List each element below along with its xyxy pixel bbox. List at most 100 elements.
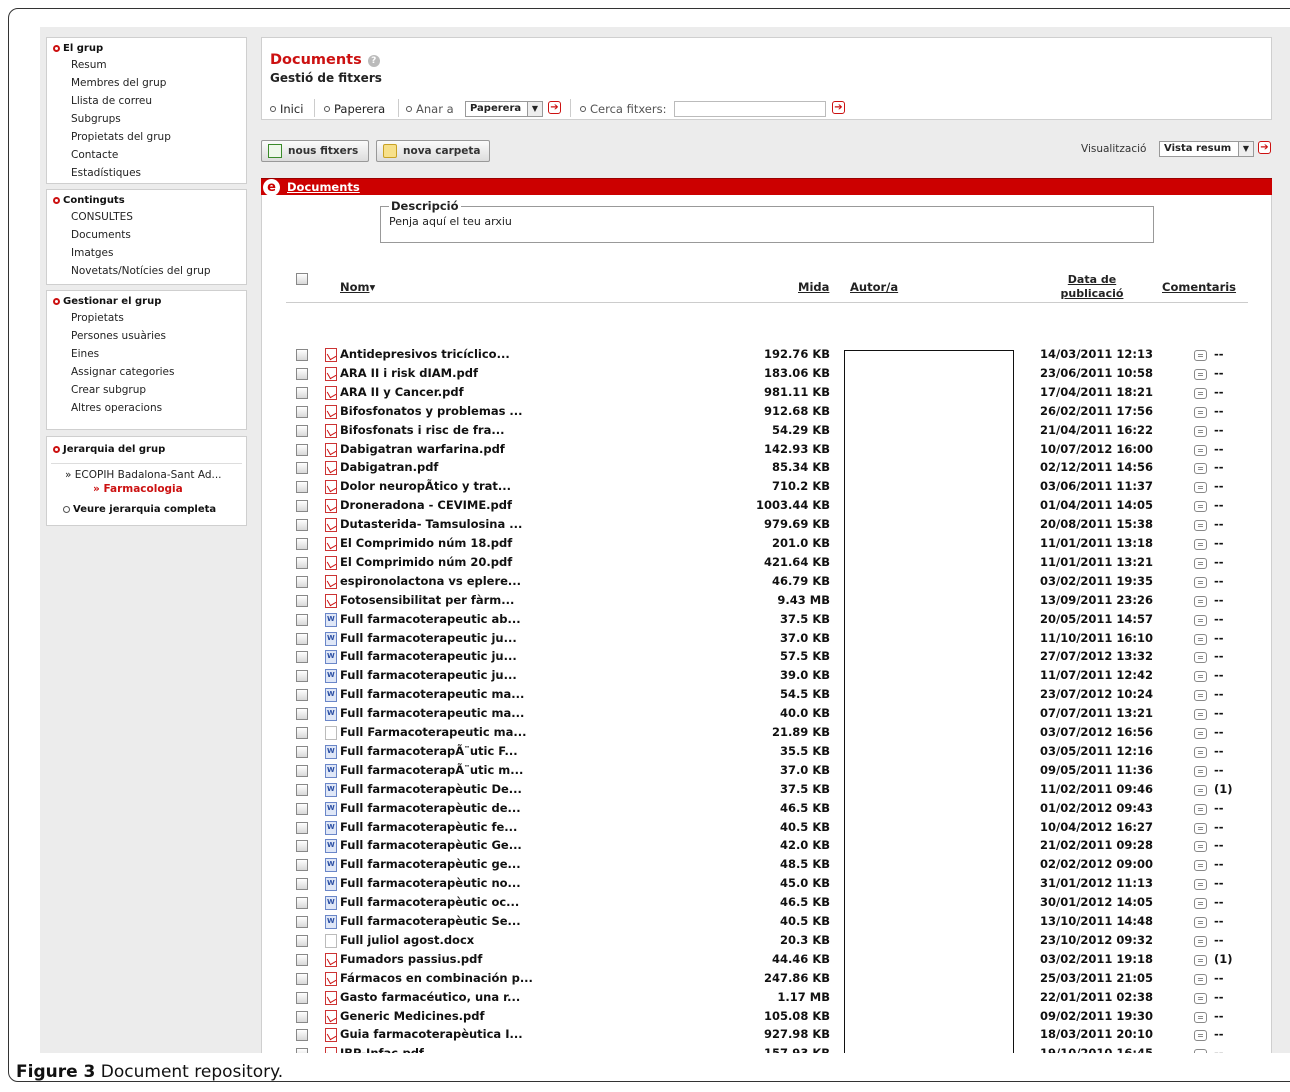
file-row[interactable]: Dabigatran.pdf 85.34 KB 02/12/2011 14:56 -- xyxy=(262,458,1262,477)
comment-icon[interactable] xyxy=(1194,554,1207,573)
sidebar-manage-item-4[interactable]: Crear subgrup xyxy=(47,381,246,399)
comment-count[interactable]: -- xyxy=(1214,631,1224,645)
comment-icon[interactable] xyxy=(1194,1008,1207,1027)
comment-icon[interactable] xyxy=(1194,346,1207,365)
comment-count[interactable]: -- xyxy=(1214,971,1224,985)
row-checkbox[interactable] xyxy=(296,1029,308,1042)
comment-icon[interactable] xyxy=(1194,762,1207,781)
file-row[interactable]: Bifosfonats i risc de fra... 54.29 KB 21/0… xyxy=(262,421,1262,440)
file-name-link[interactable]: Full farmacoterapeutic ju... xyxy=(340,631,517,645)
nav-home-link[interactable]: Inici xyxy=(270,102,303,116)
file-name-link[interactable]: Full farmacoterapeutic ma... xyxy=(340,687,524,701)
comment-count[interactable]: -- xyxy=(1214,555,1224,569)
file-name-link[interactable]: Full farmacoterapeutic ju... xyxy=(340,649,517,663)
sidebar-content-item-2[interactable]: Imatges xyxy=(47,244,246,262)
file-name-link[interactable]: Bifosfonats i risc de fra... xyxy=(340,423,504,437)
sidebar-group-item-2[interactable]: Llista de correu xyxy=(47,92,246,110)
file-row[interactable]: Gasto farmacéutico, una r... 1.17 MB 22/01… xyxy=(262,988,1262,1007)
row-checkbox[interactable] xyxy=(296,689,308,702)
file-name-link[interactable]: Dolor neuropÃ­tico y trat... xyxy=(340,479,511,493)
comment-count[interactable]: -- xyxy=(1214,876,1224,890)
file-name-link[interactable]: Full farmacoterapeutic ju... xyxy=(340,668,517,682)
row-checkbox[interactable] xyxy=(296,405,308,418)
row-checkbox[interactable] xyxy=(296,972,308,985)
row-checkbox[interactable] xyxy=(296,462,308,475)
comment-icon[interactable] xyxy=(1194,667,1207,686)
comment-count[interactable]: -- xyxy=(1214,933,1224,947)
file-name-link[interactable]: Full farmacoterapèutic no... xyxy=(340,876,521,890)
file-name-link[interactable]: Full farmacoterapèutic ge... xyxy=(340,857,521,871)
row-checkbox[interactable] xyxy=(296,802,308,815)
file-row[interactable]: Full farmacoterapèutic Ge... 42.0 KB 21/02… xyxy=(262,836,1262,855)
file-row[interactable]: Droneradona - CEVIME.pdf 1003.44 KB 01/04/… xyxy=(262,496,1262,515)
comment-count[interactable]: -- xyxy=(1214,763,1224,777)
file-name-link[interactable]: Dabigatran warfarina.pdf xyxy=(340,442,505,456)
comment-icon[interactable] xyxy=(1194,592,1207,611)
file-row[interactable]: Full farmacoterapeutic ma... 40.0 KB 07/07… xyxy=(262,704,1262,723)
hierarchy-current-item[interactable]: » Farmacologia xyxy=(47,482,246,496)
file-row[interactable]: Dutasterida- Tamsulosina ... 979.69 KB 20/… xyxy=(262,515,1262,534)
view-mode-select[interactable]: Vista resum ▼ xyxy=(1159,141,1254,157)
comment-count[interactable]: -- xyxy=(1214,801,1224,815)
sidebar-group-item-1[interactable]: Membres del grup xyxy=(47,74,246,92)
comment-icon[interactable] xyxy=(1194,535,1207,554)
comment-icon[interactable] xyxy=(1194,365,1207,384)
row-checkbox[interactable] xyxy=(296,859,308,872)
sidebar-manage-item-5[interactable]: Altres operacions xyxy=(47,399,246,417)
file-name-link[interactable]: Dutasterida- Tamsulosina ... xyxy=(340,517,522,531)
comment-icon[interactable] xyxy=(1194,913,1207,932)
row-checkbox[interactable] xyxy=(296,916,308,928)
column-header-author[interactable]: Autor/a xyxy=(850,280,898,294)
file-name-link[interactable]: Gasto farmacéutico, una r... xyxy=(340,990,520,1004)
new-folder-button[interactable]: nova carpeta xyxy=(376,140,490,162)
select-all-checkbox[interactable] xyxy=(296,273,308,285)
row-checkbox[interactable] xyxy=(296,708,308,721)
row-checkbox[interactable] xyxy=(296,367,308,380)
comment-count[interactable]: (1) xyxy=(1214,952,1233,966)
comment-icon[interactable] xyxy=(1194,441,1207,460)
file-row[interactable]: Full farmacoterapeutic ma... 54.5 KB 23/07… xyxy=(262,685,1262,704)
file-row[interactable]: Full juliol agost.docx 20.3 KB 23/10/2012 … xyxy=(262,931,1262,950)
nav-trash-link[interactable]: Paperera xyxy=(324,102,385,116)
comment-icon[interactable] xyxy=(1194,384,1207,403)
file-row[interactable]: Full farmacoterapÃ¨utic F... 35.5 KB 03/05… xyxy=(262,742,1262,761)
row-checkbox[interactable] xyxy=(296,481,308,494)
file-name-link[interactable]: Full Farmacoterapeutic ma... xyxy=(340,725,527,739)
sidebar-group-item-0[interactable]: Resum xyxy=(47,56,246,74)
comment-icon[interactable] xyxy=(1194,497,1207,516)
comment-count[interactable]: -- xyxy=(1214,404,1224,418)
documents-breadcrumb-link[interactable]: Documents xyxy=(287,180,360,194)
comment-count[interactable]: -- xyxy=(1214,423,1224,437)
sidebar-manage-item-1[interactable]: Persones usuàries xyxy=(47,327,246,345)
comment-icon[interactable] xyxy=(1194,743,1207,762)
row-checkbox[interactable] xyxy=(296,651,308,664)
hierarchy-parent-link[interactable]: » ECOPIH Badalona-Sant Ad... xyxy=(47,468,246,482)
file-name-link[interactable]: Full farmacoterapèutic De... xyxy=(340,782,522,796)
goto-select[interactable]: Paperera ▼ xyxy=(465,101,543,117)
comment-icon[interactable] xyxy=(1194,724,1207,743)
search-go-icon[interactable]: ➔ xyxy=(832,101,845,114)
column-header-size[interactable]: Mida xyxy=(798,280,829,294)
row-checkbox[interactable] xyxy=(296,349,308,361)
search-input[interactable] xyxy=(674,101,826,117)
comment-icon[interactable] xyxy=(1194,819,1207,838)
file-row[interactable]: Full farmacoterapèutic ge... 48.5 KB 02/02… xyxy=(262,855,1262,874)
file-row[interactable]: Full farmacoterapèutic de... 46.5 KB 01/02… xyxy=(262,799,1262,818)
comment-count[interactable]: -- xyxy=(1214,366,1224,380)
file-row[interactable]: Full farmacoterapeutic ju... 57.5 KB 27/07… xyxy=(262,647,1262,666)
comment-icon[interactable] xyxy=(1194,611,1207,630)
comment-count[interactable]: -- xyxy=(1214,668,1224,682)
comment-count[interactable]: (1) xyxy=(1214,782,1233,796)
comment-count[interactable]: -- xyxy=(1214,1046,1224,1053)
comment-count[interactable]: -- xyxy=(1214,895,1224,909)
comment-icon[interactable] xyxy=(1194,686,1207,705)
file-row[interactable]: Antidepresivos tricíclico... 192.76 KB 14/… xyxy=(262,345,1262,364)
file-name-link[interactable]: Full farmacoterapèutic de... xyxy=(340,801,521,815)
comment-icon[interactable] xyxy=(1194,403,1207,422)
file-name-link[interactable]: Full farmacoterapèutic fe... xyxy=(340,820,517,834)
row-checkbox[interactable] xyxy=(296,556,308,569)
file-name-link[interactable]: Full juliol agost.docx xyxy=(340,933,474,947)
file-name-link[interactable]: Full farmacoterapèutic Se... xyxy=(340,914,521,928)
file-row[interactable]: Full farmacoterapèutic fe... 40.5 KB 10/04… xyxy=(262,818,1262,837)
file-name-link[interactable]: Full farmacoterapeutic ab... xyxy=(340,612,521,626)
